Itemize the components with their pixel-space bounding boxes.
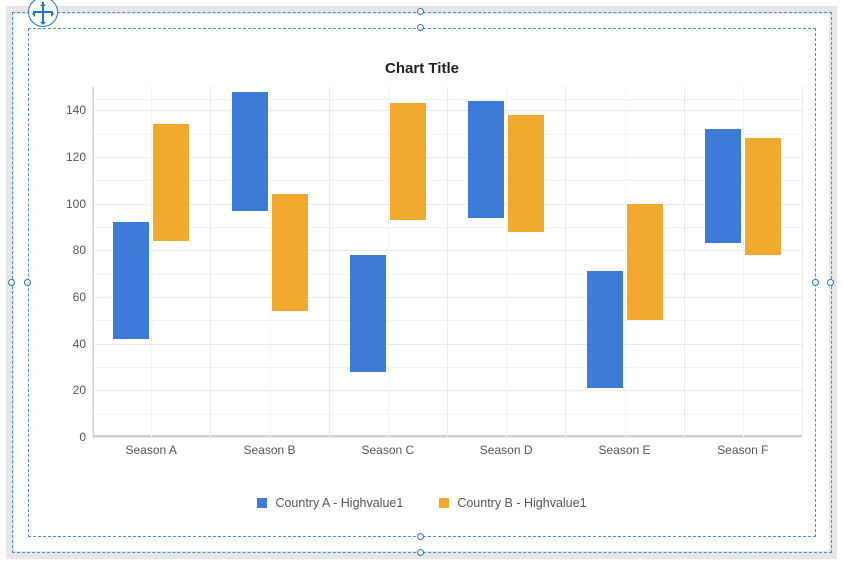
gridline-v bbox=[447, 87, 448, 437]
gridline-v bbox=[210, 87, 211, 437]
legend-item-country-a[interactable]: Country A - Highvalue1 bbox=[257, 496, 403, 510]
bar-country-a[interactable] bbox=[587, 271, 623, 388]
move-arrow-up-icon bbox=[40, 0, 46, 6]
plot-area[interactable]: 020406080100120140Season ASeason BSeason… bbox=[92, 87, 802, 437]
resize-handle-inner-right[interactable] bbox=[812, 279, 819, 286]
x-tick-label: Season A bbox=[125, 443, 176, 457]
x-tick-label: Season C bbox=[361, 443, 414, 457]
resize-handle-left[interactable] bbox=[8, 279, 15, 286]
gridline-v bbox=[802, 87, 803, 437]
legend-swatch-icon bbox=[439, 498, 449, 508]
y-tick-label: 20 bbox=[73, 383, 86, 397]
y-tick-label: 120 bbox=[66, 150, 86, 164]
bar-country-a[interactable] bbox=[705, 129, 741, 243]
y-tick-label: 100 bbox=[66, 197, 86, 211]
resize-handle-bottom[interactable] bbox=[417, 549, 424, 556]
y-tick-label: 80 bbox=[73, 243, 86, 257]
bar-country-b[interactable] bbox=[508, 115, 544, 232]
resize-handle-right[interactable] bbox=[827, 279, 834, 286]
chart-object[interactable]: Chart Title 020406080100120140Season ASe… bbox=[32, 32, 812, 532]
bar-country-b[interactable] bbox=[272, 194, 308, 311]
gridline-v-minor bbox=[151, 87, 152, 437]
y-tick-label: 60 bbox=[73, 290, 86, 304]
resize-handle-inner-left[interactable] bbox=[24, 279, 31, 286]
legend-item-country-b[interactable]: Country B - Highvalue1 bbox=[439, 496, 586, 510]
chart-title[interactable]: Chart Title bbox=[32, 32, 812, 77]
y-tick-label: 40 bbox=[73, 337, 86, 351]
bar-country-b[interactable] bbox=[390, 103, 426, 220]
move-arrow-left-icon bbox=[29, 11, 35, 17]
legend-label: Country A - Highvalue1 bbox=[275, 496, 403, 510]
gridline-h bbox=[92, 437, 802, 438]
gridline-v-minor bbox=[388, 87, 389, 437]
gridline-v bbox=[329, 87, 330, 437]
bar-country-b[interactable] bbox=[627, 204, 663, 321]
bar-country-b[interactable] bbox=[153, 124, 189, 241]
gridline-v bbox=[565, 87, 566, 437]
bar-country-b[interactable] bbox=[745, 138, 781, 255]
bar-country-a[interactable] bbox=[113, 222, 149, 339]
x-tick-label: Season B bbox=[243, 443, 295, 457]
legend-swatch-icon bbox=[257, 498, 267, 508]
resize-handle-top[interactable] bbox=[417, 8, 424, 15]
x-tick-label: Season F bbox=[717, 443, 768, 457]
move-arrow-right-icon bbox=[51, 11, 57, 17]
bar-country-a[interactable] bbox=[350, 255, 386, 372]
gridline-v-minor bbox=[743, 87, 744, 437]
bar-country-a[interactable] bbox=[468, 101, 504, 218]
chart-legend[interactable]: Country A - Highvalue1 Country B - Highv… bbox=[32, 496, 812, 510]
bar-country-a[interactable] bbox=[232, 92, 268, 211]
move-arrow-down-icon bbox=[40, 22, 46, 28]
y-tick-label: 0 bbox=[79, 430, 86, 444]
gridline-v-minor bbox=[625, 87, 626, 437]
x-tick-label: Season E bbox=[598, 443, 650, 457]
gridline-v-minor bbox=[506, 87, 507, 437]
gridline-v bbox=[92, 87, 93, 437]
resize-handle-inner-bottom[interactable] bbox=[417, 533, 424, 540]
resize-handle-inner-top[interactable] bbox=[417, 24, 424, 31]
gridline-v bbox=[684, 87, 685, 437]
legend-label: Country B - Highvalue1 bbox=[457, 496, 586, 510]
y-tick-label: 140 bbox=[66, 103, 86, 117]
gridline-v-minor bbox=[270, 87, 271, 437]
x-tick-label: Season D bbox=[480, 443, 533, 457]
